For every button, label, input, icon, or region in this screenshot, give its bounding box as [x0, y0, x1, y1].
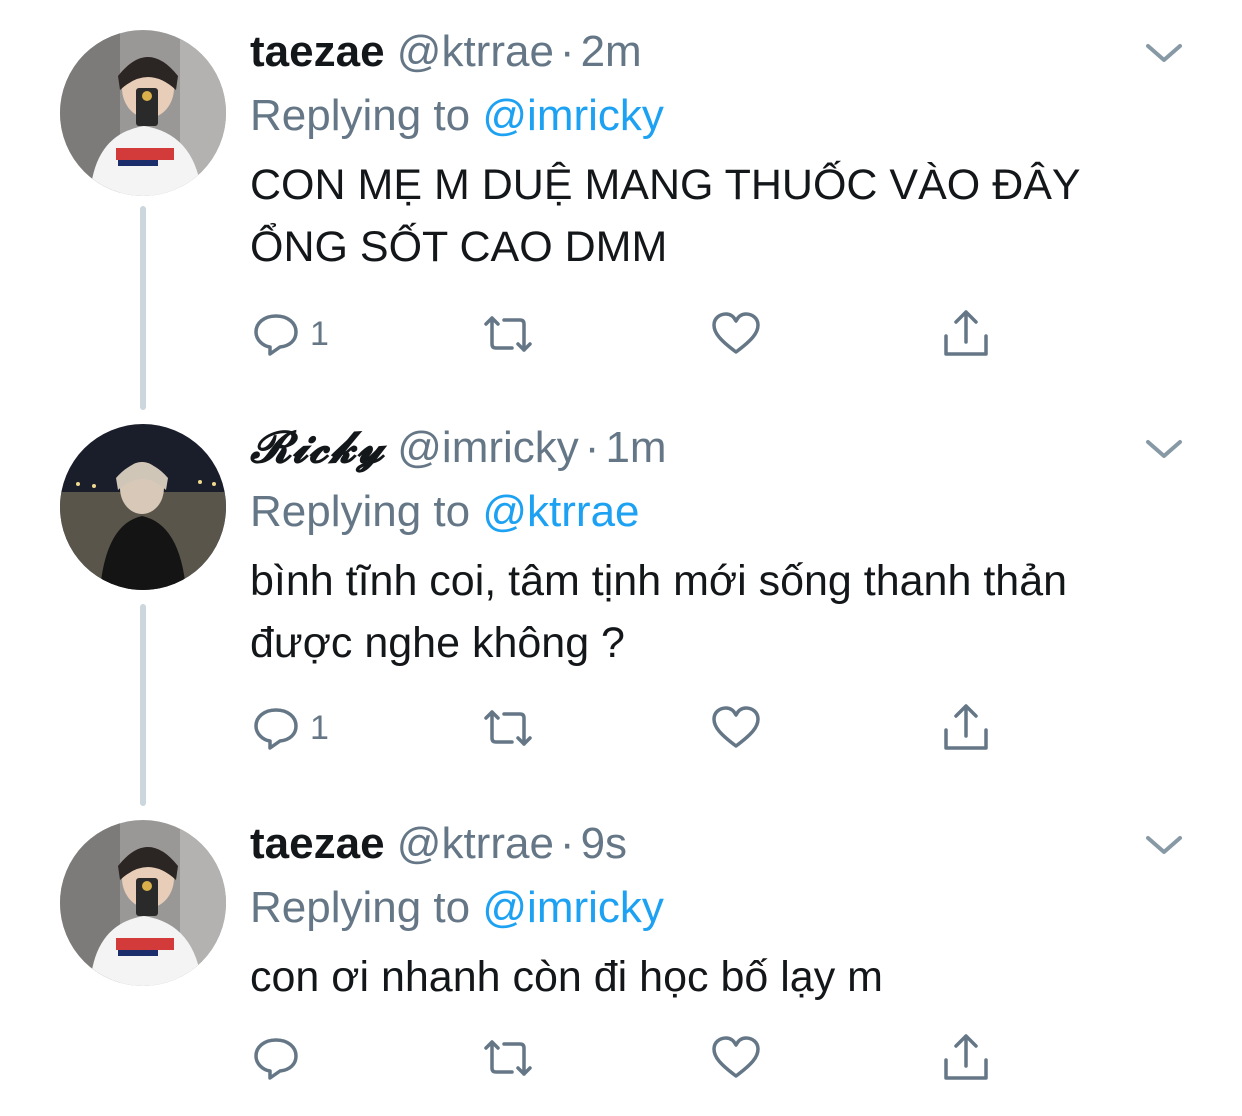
- tweet-actions: 1: [250, 304, 1010, 364]
- separator-dot: ·: [559, 819, 575, 868]
- like-button[interactable]: [710, 698, 762, 758]
- user-handle[interactable]: @ktrrae: [397, 27, 554, 76]
- retweet-button[interactable]: [480, 304, 536, 364]
- tweet-actions: 1: [250, 698, 1010, 758]
- chevron-down-icon[interactable]: [1144, 38, 1184, 68]
- chevron-down-icon[interactable]: [1144, 830, 1184, 860]
- timestamp[interactable]: 2m: [581, 27, 642, 76]
- display-name[interactable]: taezae: [250, 819, 385, 868]
- tweet-text-line: CON MẸ M DUỆ MANG THUỐC VÀO ĐÂY: [250, 161, 1081, 209]
- reply-button[interactable]: [250, 1028, 310, 1088]
- mention-link[interactable]: @imricky: [482, 883, 664, 932]
- share-icon: [940, 306, 992, 362]
- reply-icon: [250, 308, 302, 360]
- reply-button[interactable]: 1: [250, 698, 329, 758]
- tweet-2[interactable]: 𝓡𝓲𝓬𝓴𝔂 @imricky · 1m Replying to @ktrrae bì…: [0, 396, 1242, 792]
- reply-button[interactable]: 1: [250, 304, 329, 364]
- tweet-text-line: được nghe không ?: [250, 619, 625, 667]
- display-name[interactable]: 𝓡𝓲𝓬𝓴𝔂: [250, 422, 385, 473]
- tweet-actions: [250, 1028, 1010, 1088]
- retweet-icon: [480, 308, 536, 360]
- tweet-3[interactable]: taezae @ktrrae · 9s Replying to @imricky c…: [0, 792, 1242, 1116]
- separator-dot: ·: [559, 27, 575, 76]
- user-handle[interactable]: @ktrrae: [397, 819, 554, 868]
- timestamp[interactable]: 1m: [605, 423, 666, 472]
- avatar[interactable]: [60, 424, 226, 590]
- mention-link[interactable]: @ktrrae: [482, 487, 639, 536]
- reply-count: 1: [310, 708, 329, 747]
- retweet-button[interactable]: [480, 698, 536, 758]
- retweet-icon: [480, 702, 536, 754]
- chevron-down-icon[interactable]: [1144, 434, 1184, 464]
- share-icon: [940, 1030, 992, 1086]
- like-icon: [710, 308, 762, 360]
- avatar[interactable]: [60, 820, 226, 986]
- reply-count: 1: [310, 314, 329, 353]
- share-button[interactable]: [940, 1028, 992, 1088]
- tweet-header: taezae @ktrrae · 2m: [250, 22, 1162, 82]
- reply-icon: [250, 1032, 302, 1084]
- replying-label: Replying to: [250, 487, 471, 536]
- like-icon: [710, 1032, 762, 1084]
- replying-to: Replying to @ktrrae: [250, 482, 640, 542]
- display-name[interactable]: taezae: [250, 27, 385, 76]
- tweet-1[interactable]: taezae @ktrrae · 2m Replying to @imricky C…: [0, 0, 1242, 396]
- like-button[interactable]: [710, 1028, 762, 1088]
- mention-link[interactable]: @imricky: [482, 91, 664, 140]
- tweet-text: con ơi nhanh còn đi học bố lạy m: [250, 946, 1210, 1008]
- replying-label: Replying to: [250, 883, 471, 932]
- share-button[interactable]: [940, 698, 992, 758]
- retweet-button[interactable]: [480, 1028, 536, 1088]
- retweet-icon: [480, 1032, 536, 1084]
- avatar[interactable]: [60, 30, 226, 196]
- like-button[interactable]: [710, 304, 762, 364]
- tweet-text: CON MẸ M DUỆ MANG THUỐC VÀO ĐÂY ỔNG SỐT …: [250, 154, 1210, 278]
- tweet-text-line: con ơi nhanh còn đi học bố lạy m: [250, 953, 883, 1001]
- tweet-text-line: ỔNG SỐT CAO DMM: [250, 223, 668, 271]
- tweet-header: taezae @ktrrae · 9s: [250, 814, 1162, 874]
- tweet-header: 𝓡𝓲𝓬𝓴𝔂 @imricky · 1m: [250, 418, 1162, 478]
- like-icon: [710, 702, 762, 754]
- share-icon: [940, 700, 992, 756]
- user-handle[interactable]: @imricky: [397, 423, 579, 472]
- replying-to: Replying to @imricky: [250, 878, 664, 938]
- tweet-text-line: bình tĩnh coi, tâm tịnh mới sống thanh t…: [250, 557, 1068, 605]
- separator-dot: ·: [584, 423, 600, 472]
- replying-label: Replying to: [250, 91, 471, 140]
- timestamp[interactable]: 9s: [581, 819, 627, 868]
- tweet-text: bình tĩnh coi, tâm tịnh mới sống thanh t…: [250, 550, 1210, 674]
- replying-to: Replying to @imricky: [250, 86, 664, 146]
- share-button[interactable]: [940, 304, 992, 364]
- reply-icon: [250, 702, 302, 754]
